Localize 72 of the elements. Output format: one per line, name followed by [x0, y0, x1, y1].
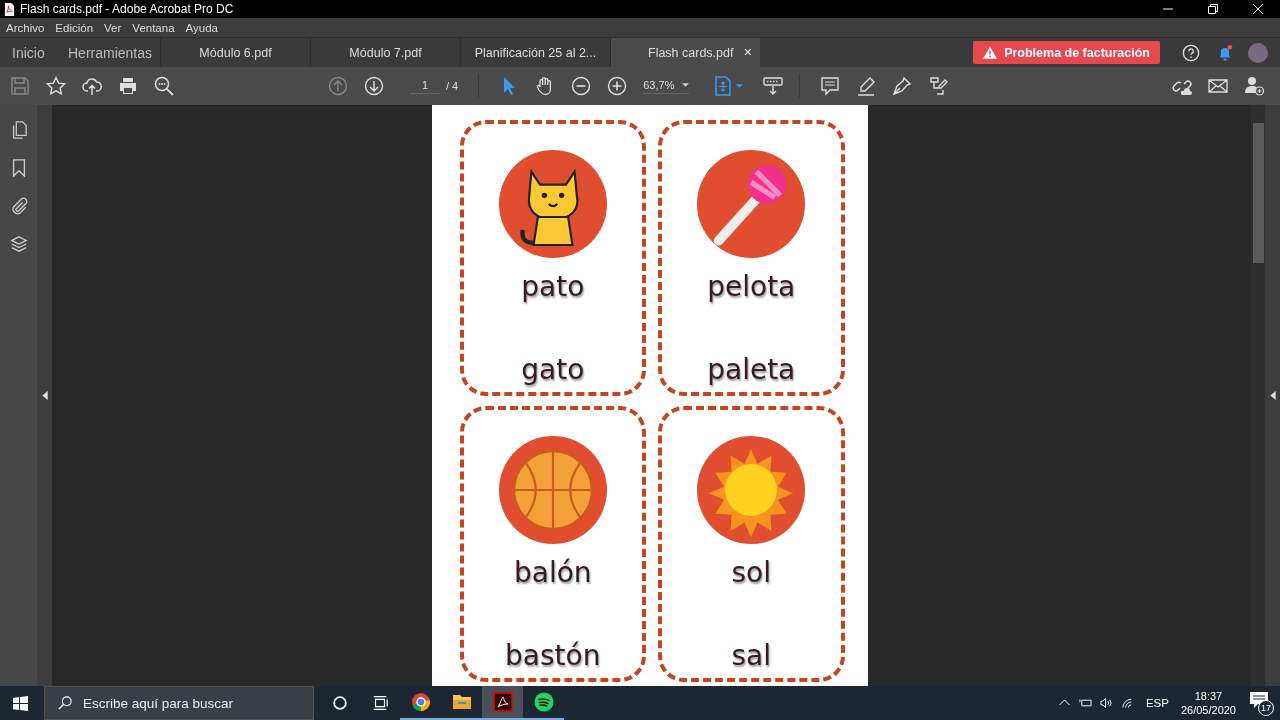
- caret-icon: [736, 84, 744, 88]
- language-indicator[interactable]: ESP: [1145, 697, 1169, 709]
- fit-page-button[interactable]: [713, 76, 744, 96]
- warning-icon: [983, 46, 998, 59]
- battery-icon[interactable]: [1078, 697, 1092, 709]
- clock-time[interactable]: 18:37: [1194, 689, 1223, 703]
- pdf-file-icon: [4, 2, 15, 16]
- caret-icon: [682, 82, 690, 87]
- menu-item[interactable]: Archivo: [6, 21, 45, 34]
- edit-document-icon[interactable]: [928, 76, 949, 96]
- card-answer-word: paleta: [707, 353, 796, 386]
- pdf-reader-icon: [492, 692, 513, 712]
- layers-icon[interactable]: [9, 235, 28, 253]
- card-answer-word: bastón: [505, 639, 601, 672]
- card-word: sol: [731, 556, 771, 589]
- document-tab[interactable]: Flash cards.pdf ×: [610, 38, 760, 67]
- star-icon[interactable]: [46, 76, 66, 96]
- restore-icon[interactable]: [1208, 4, 1218, 14]
- menu-item[interactable]: Edición: [55, 21, 94, 34]
- zoom-in-icon[interactable]: [607, 76, 628, 96]
- nav-link[interactable]: Herramientas: [56, 38, 160, 67]
- paperclip-icon[interactable]: [9, 197, 28, 215]
- card-word: balón: [513, 556, 592, 589]
- tab-close-button[interactable]: ×: [743, 44, 752, 60]
- cloud-upload-icon[interactable]: [82, 76, 102, 96]
- fit-page-icon: [713, 76, 734, 96]
- task-view-icon[interactable]: [371, 694, 389, 712]
- scroll-mode-icon[interactable]: [763, 76, 784, 96]
- menu-item[interactable]: Ver: [104, 21, 122, 34]
- basketball-icon: [498, 436, 607, 544]
- zoom-out-icon[interactable]: [571, 76, 592, 96]
- scrollbar[interactable]: [1251, 105, 1265, 686]
- comment-icon[interactable]: [820, 76, 841, 96]
- nav-link[interactable]: Inicio: [0, 38, 56, 67]
- page-number-field[interactable]: 1: [410, 78, 440, 94]
- taskbar-search-field[interactable]: Escribe aquí para buscar: [44, 686, 314, 720]
- page-total: / 4: [446, 80, 459, 92]
- lollipop-icon: [697, 150, 806, 258]
- card-word: pato: [521, 270, 585, 303]
- music-app-icon: [533, 692, 554, 712]
- action-center-button[interactable]: 17: [1248, 690, 1274, 716]
- printer-icon[interactable]: [118, 76, 138, 96]
- previous-page-icon[interactable]: [328, 76, 348, 96]
- add-user-icon[interactable]: [1244, 76, 1264, 96]
- close-icon[interactable]: [1253, 4, 1263, 14]
- expand-panel-icon[interactable]: [1269, 391, 1276, 400]
- speaker-icon[interactable]: [1099, 697, 1113, 709]
- menu-item[interactable]: Ventana: [132, 21, 175, 34]
- window-title: Flash cards.pdf - Adobe Acrobat Pro DC: [20, 2, 234, 16]
- windows-start-icon[interactable]: [13, 695, 28, 711]
- card-word: pelota: [707, 270, 796, 303]
- browser-icon: [410, 692, 431, 712]
- card-answer-word: gato: [521, 353, 585, 386]
- zoom-search-icon[interactable]: [154, 76, 174, 96]
- zoom-dropdown[interactable]: 63,7%: [643, 78, 690, 94]
- wifi-icon[interactable]: [1120, 697, 1134, 709]
- mail-icon[interactable]: [1208, 76, 1228, 96]
- expand-panel-icon[interactable]: [41, 391, 48, 400]
- folder-icon: [451, 692, 472, 712]
- next-page-icon[interactable]: [364, 76, 384, 96]
- highlighter-icon[interactable]: [856, 76, 877, 96]
- menu-item[interactable]: Ayuda: [185, 21, 218, 34]
- taskbar-app[interactable]: [482, 686, 523, 720]
- notification-count: 17: [1258, 700, 1274, 716]
- card-answer-word: sal: [731, 639, 771, 672]
- pen-sign-icon[interactable]: [892, 76, 913, 96]
- cortana-icon[interactable]: [331, 694, 349, 712]
- clock-date[interactable]: 26/05/2020: [1180, 703, 1236, 717]
- help-icon[interactable]: [1182, 43, 1200, 62]
- sun-icon: [697, 436, 806, 544]
- billing-button[interactable]: Problema de facturación: [973, 41, 1160, 64]
- cat-icon: [498, 150, 607, 258]
